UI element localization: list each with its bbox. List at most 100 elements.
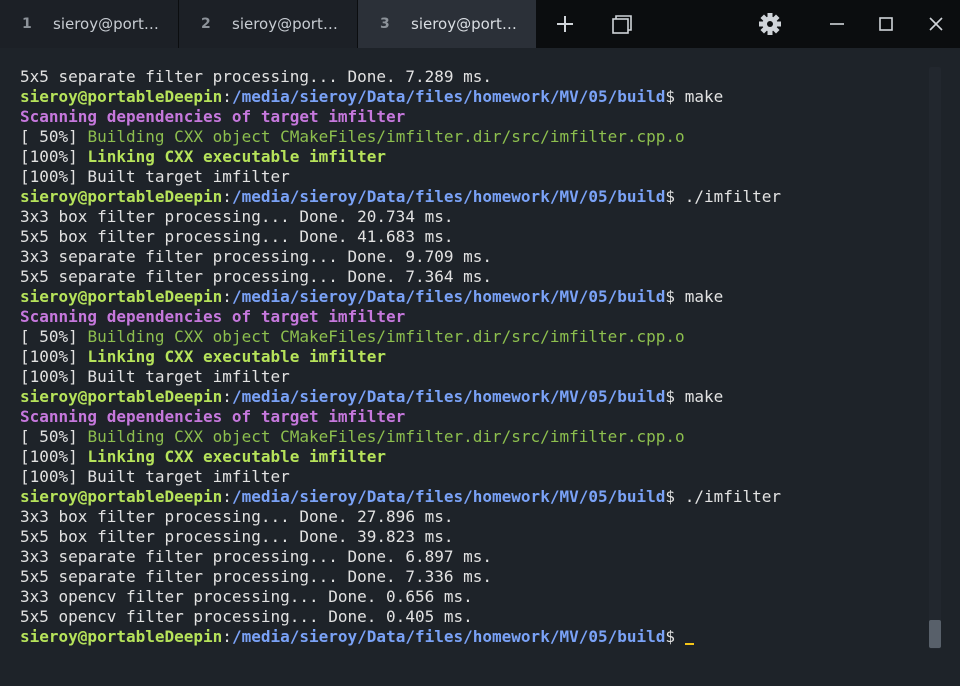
prompt-path: /media/sieroy/Data/files/homework/MV/05/…	[231, 87, 666, 106]
terminal-line: 5x5 separate filter processing... Done. …	[20, 267, 920, 287]
tab-title: sieroy@portableDeepin:/media/sieroy/Data…	[232, 15, 344, 33]
output-text: $ ./imfilter	[665, 487, 782, 506]
output-text: :	[222, 187, 232, 206]
terminal-line: 3x3 separate filter processing... Done. …	[20, 247, 920, 267]
output-text: [100%]	[20, 147, 88, 166]
prompt-user: sieroy@portableDeepin	[20, 87, 223, 106]
output-text: [100%] Built target imfilter	[20, 467, 290, 486]
terminal-line: Scanning dependencies of target imfilter	[20, 407, 920, 427]
output-text: 3x3 box filter processing... Done. 27.89…	[20, 507, 454, 526]
terminal-line: [ 50%] Building CXX object CMakeFiles/im…	[20, 327, 920, 347]
prompt-path: /media/sieroy/Data/files/homework/MV/05/…	[231, 487, 666, 506]
output-text: 5x5 box filter processing... Done. 39.82…	[20, 527, 454, 546]
output-text: [100%]	[20, 347, 88, 366]
output-text: :	[222, 387, 232, 406]
prompt-path: /media/sieroy/Data/files/homework/MV/05/…	[231, 187, 666, 206]
terminal-line: sieroy@portableDeepin:/media/sieroy/Data…	[20, 627, 920, 647]
tab-1[interactable]: 1 sieroy@portableDeepin:/media/sieroy/Da…	[0, 0, 178, 48]
minimize-button[interactable]	[815, 0, 859, 48]
build-text: Building CXX object CMakeFiles/imfilter.…	[87, 127, 685, 146]
terminal-line: [100%] Built target imfilter	[20, 467, 920, 487]
terminal-line: 5x5 separate filter processing... Done. …	[20, 67, 920, 87]
terminal-line: [100%] Built target imfilter	[20, 167, 920, 187]
output-text: 5x5 opencv filter processing... Done. 0.…	[20, 607, 473, 626]
window-stack-icon	[612, 15, 632, 34]
output-text: [100%] Built target imfilter	[20, 367, 290, 386]
build-text: Building CXX object CMakeFiles/imfilter.…	[87, 427, 685, 446]
terminal-line: 5x5 box filter processing... Done. 41.68…	[20, 227, 920, 247]
output-text: $ make	[665, 287, 724, 306]
link-text: Linking CXX executable imfilter	[87, 347, 387, 366]
output-text: 5x5 separate filter processing... Done. …	[20, 67, 493, 86]
terminal-line: [ 50%] Building CXX object CMakeFiles/im…	[20, 127, 920, 147]
new-tab-button[interactable]	[543, 0, 587, 48]
prompt-user: sieroy@portableDeepin	[20, 187, 223, 206]
tab-number: 2	[201, 16, 211, 32]
scrollbar-track[interactable]	[929, 67, 941, 649]
plus-icon	[557, 16, 573, 32]
maximize-button[interactable]	[864, 0, 908, 48]
output-text: 5x5 separate filter processing... Done. …	[20, 267, 493, 286]
terminal-line: sieroy@portableDeepin:/media/sieroy/Data…	[20, 187, 920, 207]
terminal-line: [ 50%] Building CXX object CMakeFiles/im…	[20, 427, 920, 447]
output-text: 3x3 opencv filter processing... Done. 0.…	[20, 587, 473, 606]
output-text: $ ./imfilter	[665, 187, 782, 206]
text-cursor	[684, 643, 694, 645]
output-text: :	[222, 627, 232, 646]
prompt-path: /media/sieroy/Data/files/homework/MV/05/…	[231, 287, 666, 306]
terminal-output: 5x5 separate filter processing... Done. …	[20, 67, 920, 647]
settings-button[interactable]	[748, 0, 792, 48]
maximize-icon	[879, 17, 893, 31]
output-text: [100%] Built target imfilter	[20, 167, 290, 186]
terminal-line: Scanning dependencies of target imfilter	[20, 307, 920, 327]
output-text: $ make	[665, 387, 724, 406]
terminal-line: sieroy@portableDeepin:/media/sieroy/Data…	[20, 387, 920, 407]
terminal-line: [100%] Linking CXX executable imfilter	[20, 447, 920, 467]
tab-title: sieroy@portableDeepin:/media/sieroy/Data…	[53, 15, 165, 33]
prompt-path: /media/sieroy/Data/files/homework/MV/05/…	[231, 627, 666, 646]
close-icon	[929, 17, 943, 31]
output-text: [ 50%]	[20, 127, 88, 146]
terminal-line: 5x5 separate filter processing... Done. …	[20, 567, 920, 587]
prompt-user: sieroy@portableDeepin	[20, 487, 223, 506]
output-text: 3x3 separate filter processing... Done. …	[20, 247, 493, 266]
output-text: [ 50%]	[20, 427, 88, 446]
terminal-line: 5x5 opencv filter processing... Done. 0.…	[20, 607, 920, 627]
terminal-line: 3x3 separate filter processing... Done. …	[20, 547, 920, 567]
terminal-line: sieroy@portableDeepin:/media/sieroy/Data…	[20, 287, 920, 307]
terminal-window: 1 sieroy@portableDeepin:/media/sieroy/Da…	[0, 0, 960, 686]
prompt-path: /media/sieroy/Data/files/homework/MV/05/…	[231, 387, 666, 406]
output-text: 3x3 separate filter processing... Done. …	[20, 547, 493, 566]
terminal-line: sieroy@portableDeepin:/media/sieroy/Data…	[20, 487, 920, 507]
output-text: 5x5 box filter processing... Done. 41.68…	[20, 227, 454, 246]
prompt-user: sieroy@portableDeepin	[20, 627, 223, 646]
terminal-line: 5x5 box filter processing... Done. 39.82…	[20, 527, 920, 547]
tab-number: 1	[22, 16, 32, 32]
terminal-line: [100%] Linking CXX executable imfilter	[20, 347, 920, 367]
terminal-line: 3x3 box filter processing... Done. 27.89…	[20, 507, 920, 527]
link-text: Linking CXX executable imfilter	[87, 147, 387, 166]
output-text: [100%]	[20, 447, 88, 466]
minimize-icon	[830, 23, 844, 25]
terminal-line: sieroy@portableDeepin:/media/sieroy/Data…	[20, 87, 920, 107]
scrollbar-thumb[interactable]	[929, 620, 941, 648]
gear-icon	[759, 13, 781, 35]
tab-title: sieroy@portableDeepin:/media/sieroy/Data…	[411, 15, 523, 33]
output-text: :	[222, 87, 232, 106]
scan-text: Scanning dependencies of target imfilter	[20, 107, 406, 126]
terminal-line: [100%] Built target imfilter	[20, 367, 920, 387]
terminal-line: 3x3 opencv filter processing... Done. 0.…	[20, 587, 920, 607]
tab-3[interactable]: 3 sieroy@portableDeepin:/media/sieroy/Da…	[358, 0, 536, 48]
tab-number: 3	[380, 16, 390, 32]
switch-windows-button[interactable]	[600, 0, 644, 48]
scan-text: Scanning dependencies of target imfilter	[20, 407, 406, 426]
title-bar: 1 sieroy@portableDeepin:/media/sieroy/Da…	[0, 0, 960, 48]
output-text: :	[222, 487, 232, 506]
link-text: Linking CXX executable imfilter	[87, 447, 387, 466]
output-text: $ make	[665, 87, 724, 106]
prompt-user: sieroy@portableDeepin	[20, 287, 223, 306]
terminal-area[interactable]: 5x5 separate filter processing... Done. …	[0, 48, 960, 686]
terminal-line: [100%] Linking CXX executable imfilter	[20, 147, 920, 167]
close-button[interactable]	[914, 0, 958, 48]
tab-2[interactable]: 2 sieroy@portableDeepin:/media/sieroy/Da…	[179, 0, 357, 48]
